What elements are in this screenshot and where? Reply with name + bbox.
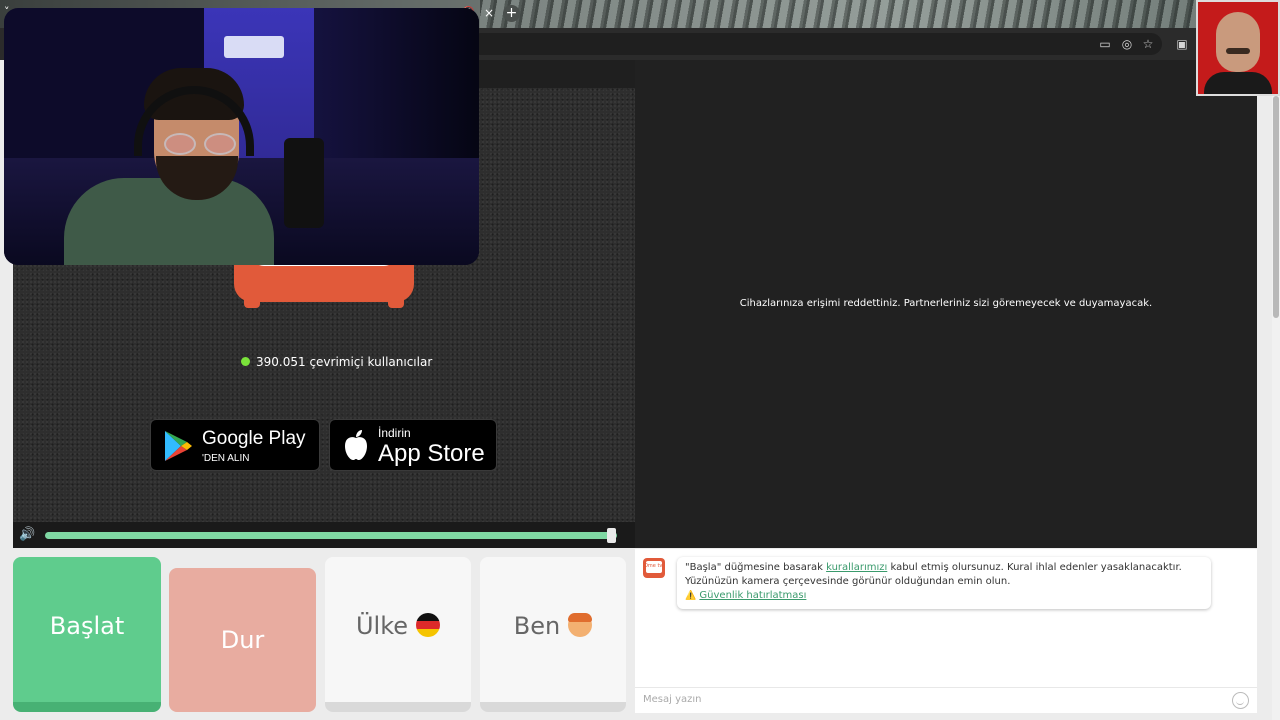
cam-person-shirt <box>64 178 274 265</box>
emoji-picker-icon[interactable] <box>1232 692 1249 709</box>
screen: ˅ 🔇 × + ▭ ◎ ☆ ▣ TV 390.051 çevrimiçi kul… <box>0 0 1280 720</box>
start-button[interactable]: Başlat <box>13 557 161 712</box>
star-icon[interactable]: ☆ <box>1139 35 1157 53</box>
google-play-small-text: 'DEN ALIN <box>202 453 250 464</box>
tab-strip-background <box>480 0 1200 28</box>
google-play-icon <box>165 431 192 461</box>
tab-close-icon[interactable]: × <box>482 6 496 20</box>
volume-slider[interactable] <box>45 532 617 539</box>
volume-control: 🔊 <box>13 522 635 548</box>
online-users-text: 390.051 çevrimiçi kullanıcılar <box>256 355 433 369</box>
access-denied-message: Cihazlarınıza erişimi reddettiniz. Partn… <box>739 298 1153 309</box>
scrollbar-thumb[interactable] <box>1273 96 1279 318</box>
extensions-icon[interactable]: ▣ <box>1173 35 1191 53</box>
partner-video-panel: Cihazlarınıza erişimi reddettiniz. Partn… <box>635 60 1257 548</box>
logo-leg-right <box>388 298 404 308</box>
message-input[interactable]: Mesaj yazın <box>635 687 1257 713</box>
online-users-count: 390.051 çevrimiçi kullanıcılar <box>241 355 432 369</box>
small-cam-moustache <box>1226 48 1250 54</box>
message-text-1: "Başla" düğmesine basarak <box>685 562 827 573</box>
chat-logo-text: Ome tv <box>644 563 663 569</box>
online-dot-icon <box>241 357 250 366</box>
apple-icon <box>345 430 367 460</box>
country-button-content: Ülke <box>325 612 471 640</box>
me-button-content: Ben <box>480 612 626 640</box>
google-play-big-text: Google Play <box>202 428 306 449</box>
google-play-button[interactable]: Google Play 'DEN ALIN <box>150 419 320 471</box>
logo-leg-left <box>244 298 260 308</box>
rules-link[interactable]: kurallarımızı <box>826 562 887 573</box>
streamer-webcam-overlay <box>4 8 479 265</box>
country-button[interactable]: Ülke <box>325 557 471 712</box>
volume-slider-thumb[interactable] <box>607 528 616 543</box>
system-message: "Başla" düğmesine basarak kurallarımızı … <box>677 557 1211 609</box>
small-cam-face <box>1216 12 1260 72</box>
cam-air-conditioner <box>224 36 284 58</box>
country-button-label: Ülke <box>355 612 409 640</box>
stop-button[interactable]: Dur <box>169 568 316 712</box>
new-tab-button[interactable]: + <box>503 5 520 22</box>
chat-panel: Ome tv "Başla" düğmesine basarak kuralla… <box>635 549 1257 713</box>
me-button[interactable]: Ben <box>480 557 626 712</box>
secondary-webcam-overlay <box>1196 0 1280 96</box>
app-store-button[interactable]: İndirin App Store <box>329 419 497 471</box>
message-input-placeholder: Mesaj yazın <box>643 694 702 705</box>
speaker-icon[interactable]: 🔊 <box>19 527 35 542</box>
cam-glasses <box>164 133 236 155</box>
app-store-small-text: İndirin <box>378 426 411 440</box>
boy-emoji-icon <box>568 613 593 637</box>
safety-reminder-link[interactable]: Güvenlik hatırlatması <box>699 590 806 601</box>
app-store-big-text: App Store <box>378 440 485 467</box>
small-cam-body <box>1204 72 1272 94</box>
cast-icon[interactable]: ▭ <box>1096 35 1114 53</box>
stop-button-label: Dur <box>220 626 265 654</box>
eye-off-icon[interactable]: ◎ <box>1118 35 1136 53</box>
me-button-label: Ben <box>513 612 561 640</box>
cam-chair <box>284 138 324 228</box>
address-bar[interactable] <box>470 33 1162 55</box>
start-button-label: Başlat <box>49 612 125 640</box>
germany-flag-icon <box>416 613 441 637</box>
warning-icon: ⚠️ <box>685 591 697 601</box>
